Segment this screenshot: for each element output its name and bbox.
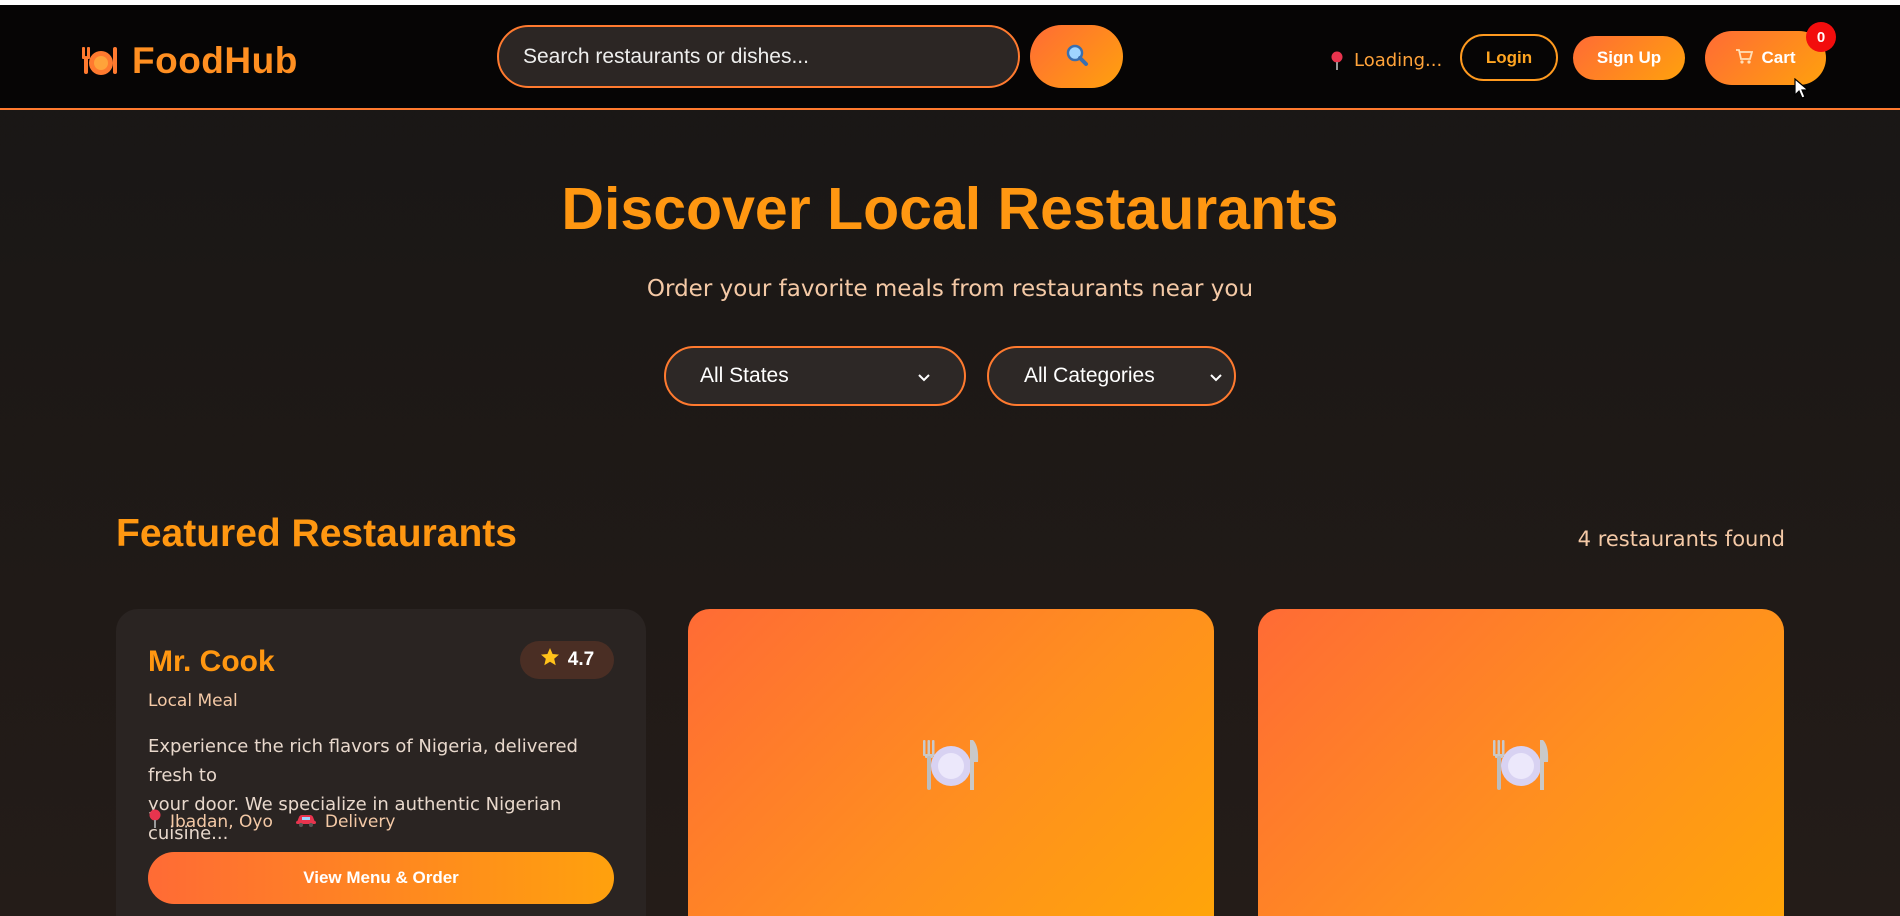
hero-title: Discover Local Restaurants xyxy=(561,176,1339,242)
logo[interactable]: FoodHub xyxy=(80,40,298,82)
restaurant-card[interactable] xyxy=(1258,609,1784,916)
chevron-down-icon xyxy=(918,364,930,388)
location-pin-icon xyxy=(148,809,162,834)
shopping-cart-icon xyxy=(1735,48,1754,69)
category-filter-value: All Categories xyxy=(1024,364,1155,387)
restaurant-card[interactable] xyxy=(688,609,1214,916)
rating-value: 4.7 xyxy=(567,649,595,670)
signup-button[interactable]: Sign Up xyxy=(1573,36,1685,80)
view-menu-button[interactable]: View Menu & Order xyxy=(148,852,614,904)
restaurant-count: 4 restaurants found xyxy=(1577,527,1785,551)
location-text: Ibadan, Oyo xyxy=(170,811,273,832)
cart-count-badge: 0 xyxy=(1806,22,1836,52)
cart-label: Cart xyxy=(1761,48,1796,67)
chevron-down-icon xyxy=(1210,364,1222,388)
star-icon xyxy=(540,647,560,673)
state-filter-value: All States xyxy=(700,364,789,387)
delivery-text: Delivery xyxy=(324,811,396,832)
site-header: FoodHub Loading... Login Sign Up xyxy=(0,5,1900,110)
restaurant-meta: Ibadan, Oyo Delivery xyxy=(148,809,395,834)
location-indicator[interactable]: Loading... xyxy=(1330,50,1442,71)
restaurant-category: Local Meal xyxy=(148,691,238,711)
featured-section-title: Featured Restaurants xyxy=(116,512,517,555)
search-input[interactable] xyxy=(497,25,1020,88)
state-filter-select[interactable]: All States xyxy=(664,346,966,406)
plate-cutlery-icon xyxy=(1489,732,1553,796)
restaurant-delivery: Delivery xyxy=(295,809,396,834)
plate-cutlery-icon xyxy=(919,732,983,796)
magnifier-icon xyxy=(1065,43,1089,70)
car-icon xyxy=(295,812,317,832)
hero-subtitle: Order your favorite meals from restauran… xyxy=(646,276,1254,302)
logo-text: FoodHub xyxy=(132,40,298,81)
restaurant-location: Ibadan, Oyo xyxy=(148,809,273,834)
location-pin-icon xyxy=(1330,51,1344,71)
mouse-cursor-icon xyxy=(1794,77,1810,100)
category-filter-select[interactable]: All Categories xyxy=(987,346,1236,406)
plate-cutlery-logo-icon xyxy=(80,44,118,78)
location-text: Loading... xyxy=(1354,50,1443,71)
restaurant-name: Mr. Cook xyxy=(148,645,275,678)
login-button[interactable]: Login xyxy=(1460,34,1558,81)
rating-badge: 4.7 xyxy=(520,641,614,679)
description-line: Experience the rich flavors of Nigeria, … xyxy=(148,736,578,786)
search-button[interactable] xyxy=(1030,25,1123,88)
restaurant-card[interactable]: Mr. Cook 4.7 Local Meal Experience the r… xyxy=(116,609,646,916)
